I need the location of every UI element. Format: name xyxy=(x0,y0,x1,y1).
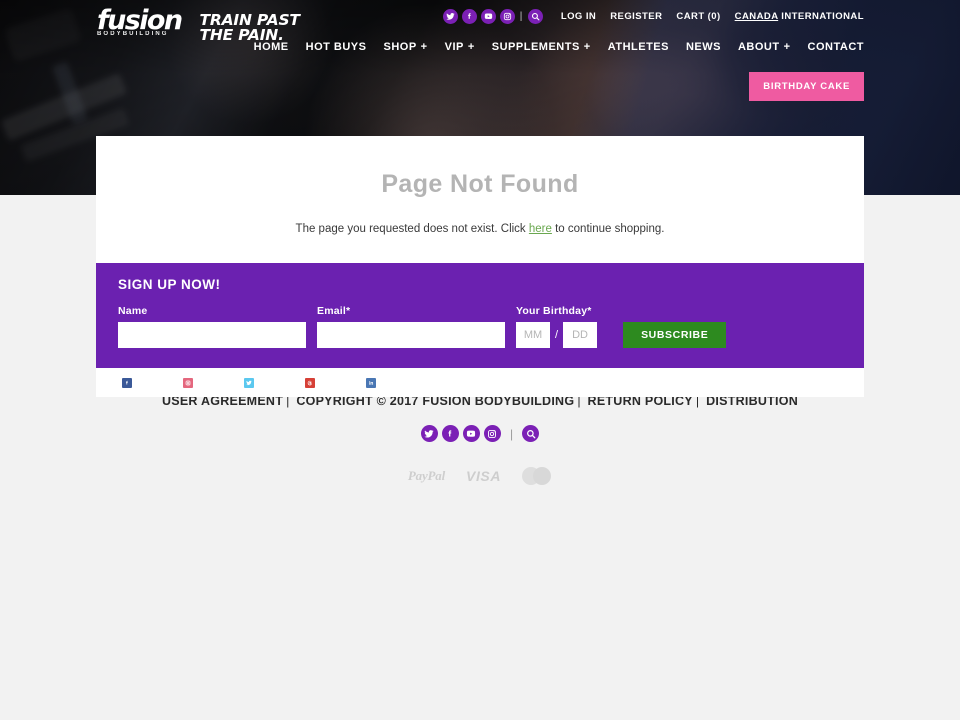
site-logo[interactable]: fusion BODYBUILDING TRAIN PAST THE PAIN. xyxy=(97,5,300,43)
nav-item-athletes[interactable]: ATHLETES xyxy=(608,41,669,53)
birthday-month-input[interactable] xyxy=(516,322,550,348)
page-message: The page you requested does not exist. C… xyxy=(96,223,864,235)
cart-link[interactable]: CART (0) xyxy=(676,11,720,22)
search-icon[interactable] xyxy=(522,425,540,442)
logo-wordmark: fusion xyxy=(97,5,183,36)
name-input[interactable] xyxy=(118,322,306,348)
nav-item-news[interactable]: NEWS xyxy=(686,41,721,53)
nav-item-about[interactable]: ABOUT + xyxy=(738,41,791,53)
birthday-label: Your Birthday* xyxy=(516,305,592,317)
region-selector: CANADA INTERNATIONAL xyxy=(735,11,864,22)
region-canada[interactable]: CANADA xyxy=(735,11,779,22)
birthday-inputs: / xyxy=(516,322,598,348)
twitter-icon[interactable] xyxy=(442,9,458,24)
share-pinterest-icon[interactable] xyxy=(305,377,315,388)
share-instagram-icon[interactable] xyxy=(183,377,193,388)
search-icon[interactable] xyxy=(527,9,543,24)
instagram-icon[interactable] xyxy=(483,425,501,442)
share-facebook-icon[interactable] xyxy=(122,377,132,388)
continue-shopping-link[interactable]: here xyxy=(529,223,552,235)
visa-logo: VISA xyxy=(466,468,502,484)
region-international[interactable]: INTERNATIONAL xyxy=(781,11,864,22)
birthday-day-input[interactable] xyxy=(563,322,598,348)
email-input[interactable] xyxy=(317,322,505,348)
site-tagline: TRAIN PAST THE PAIN. xyxy=(199,12,300,43)
name-field-group: Name xyxy=(118,305,306,348)
page-not-found-section: Page Not Found The page you requested do… xyxy=(96,136,864,263)
main-navigation: HOME HOT BUYS SHOP + VIP + SUPPLEMENTS + AT… xyxy=(254,41,864,53)
fusion-logo-mark: fusion BODYBUILDING xyxy=(97,5,183,37)
content-panel: Page Not Found The page you requested do… xyxy=(96,136,864,397)
utility-bar: | LOG IN REGISTER CART (0) CANADA INTERN… xyxy=(442,9,864,24)
nav-item-vip[interactable]: VIP + xyxy=(445,41,475,53)
mastercard-logo xyxy=(522,467,552,485)
nav-item-home[interactable]: HOME xyxy=(254,41,289,53)
paypal-logo: PayPal xyxy=(407,468,445,483)
footer-social-separator: | xyxy=(509,426,514,441)
chevron-plus-icon: + xyxy=(783,41,791,53)
login-link[interactable]: LOG IN xyxy=(561,11,596,22)
payment-methods: PayPal VISA xyxy=(0,467,960,485)
nav-item-supplements[interactable]: SUPPLEMENTS + xyxy=(492,41,591,53)
signup-title: SIGN UP NOW! xyxy=(118,277,221,292)
instagram-icon[interactable] xyxy=(499,9,515,24)
page-message-after: to continue shopping. xyxy=(551,223,665,235)
facebook-icon[interactable] xyxy=(461,9,477,24)
register-link[interactable]: REGISTER xyxy=(610,11,662,22)
name-label: Name xyxy=(118,305,148,317)
signup-form: Name Email* Your Birthday* / SUBSCRIBE xyxy=(118,305,842,348)
youtube-icon[interactable] xyxy=(462,425,480,442)
subscribe-button[interactable]: SUBSCRIBE xyxy=(623,322,727,348)
nav-item-contact[interactable]: CONTACT xyxy=(808,41,864,53)
share-twitter-icon[interactable] xyxy=(244,377,254,388)
chevron-plus-icon: + xyxy=(420,41,428,53)
email-field-group: Email* xyxy=(317,305,505,348)
social-share-bar xyxy=(96,368,864,397)
header-social-links xyxy=(442,9,515,24)
twitter-icon[interactable] xyxy=(420,425,438,442)
chevron-plus-icon: + xyxy=(583,41,591,53)
page-message-before: The page you requested does not exist. C… xyxy=(295,223,529,235)
nav-item-shop[interactable]: SHOP + xyxy=(383,41,427,53)
footer-social-links: | xyxy=(0,425,960,442)
facebook-icon[interactable] xyxy=(441,425,459,442)
utility-separator: | xyxy=(519,11,523,22)
page-title: Page Not Found xyxy=(381,170,579,198)
birthday-slash: / xyxy=(555,329,559,341)
chevron-plus-icon: + xyxy=(467,41,475,53)
nav-item-hot-buys[interactable]: HOT BUYS xyxy=(306,41,367,53)
signup-section: SIGN UP NOW! Name Email* Your Birthday* … xyxy=(96,263,864,368)
birthday-cake-promo-button[interactable]: BIRTHDAY CAKE xyxy=(749,72,864,101)
birthday-field-group: Your Birthday* / xyxy=(516,305,598,348)
share-linkedin-icon[interactable] xyxy=(366,377,376,388)
email-label: Email* xyxy=(317,305,351,317)
youtube-icon[interactable] xyxy=(480,9,496,24)
